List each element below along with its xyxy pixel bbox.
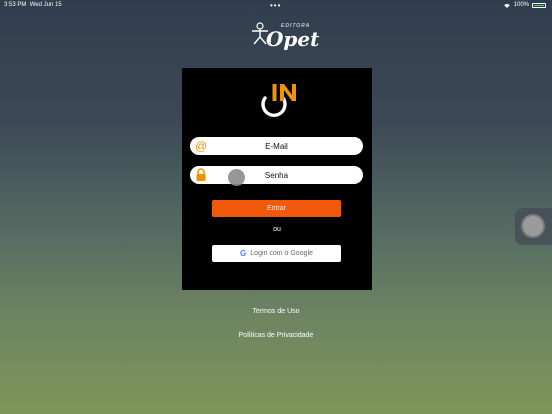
status-time: 3:53 PM Wed Jun 15 bbox=[4, 2, 62, 8]
login-card: @ Entrar ou G Login com o Google bbox=[182, 68, 372, 290]
email-input[interactable] bbox=[210, 137, 343, 155]
battery-percent: 100% bbox=[513, 2, 529, 8]
touch-indicator bbox=[228, 169, 245, 186]
email-field[interactable]: @ bbox=[190, 137, 363, 155]
opet-label: Opet bbox=[266, 27, 320, 51]
battery-icon bbox=[532, 2, 546, 8]
multitask-dots[interactable]: ••• bbox=[270, 1, 281, 10]
power-in-logo-icon bbox=[261, 84, 296, 118]
wifi-icon bbox=[503, 3, 510, 8]
assistive-touch-button[interactable] bbox=[515, 208, 552, 245]
lock-icon bbox=[196, 168, 206, 181]
ou-separator: ou bbox=[273, 226, 281, 233]
entrar-button[interactable]: Entrar bbox=[212, 200, 341, 217]
status-indicators: 100% bbox=[503, 2, 546, 8]
senha-field[interactable] bbox=[190, 166, 363, 184]
assistive-touch-icon bbox=[523, 216, 543, 236]
google-login-button[interactable]: G Login com o Google bbox=[212, 245, 341, 262]
editora-opet-logo: EDITORA Opet bbox=[248, 18, 319, 52]
termos-link[interactable]: Termos de Uso bbox=[0, 308, 552, 315]
politicas-link[interactable]: Políticas de Privacidade bbox=[0, 332, 552, 339]
google-icon: G bbox=[240, 249, 247, 258]
at-icon: @ bbox=[195, 139, 208, 153]
google-login-label: Login com o Google bbox=[250, 250, 313, 257]
status-bar: 3:53 PM Wed Jun 15 ••• 100% bbox=[0, 0, 552, 11]
